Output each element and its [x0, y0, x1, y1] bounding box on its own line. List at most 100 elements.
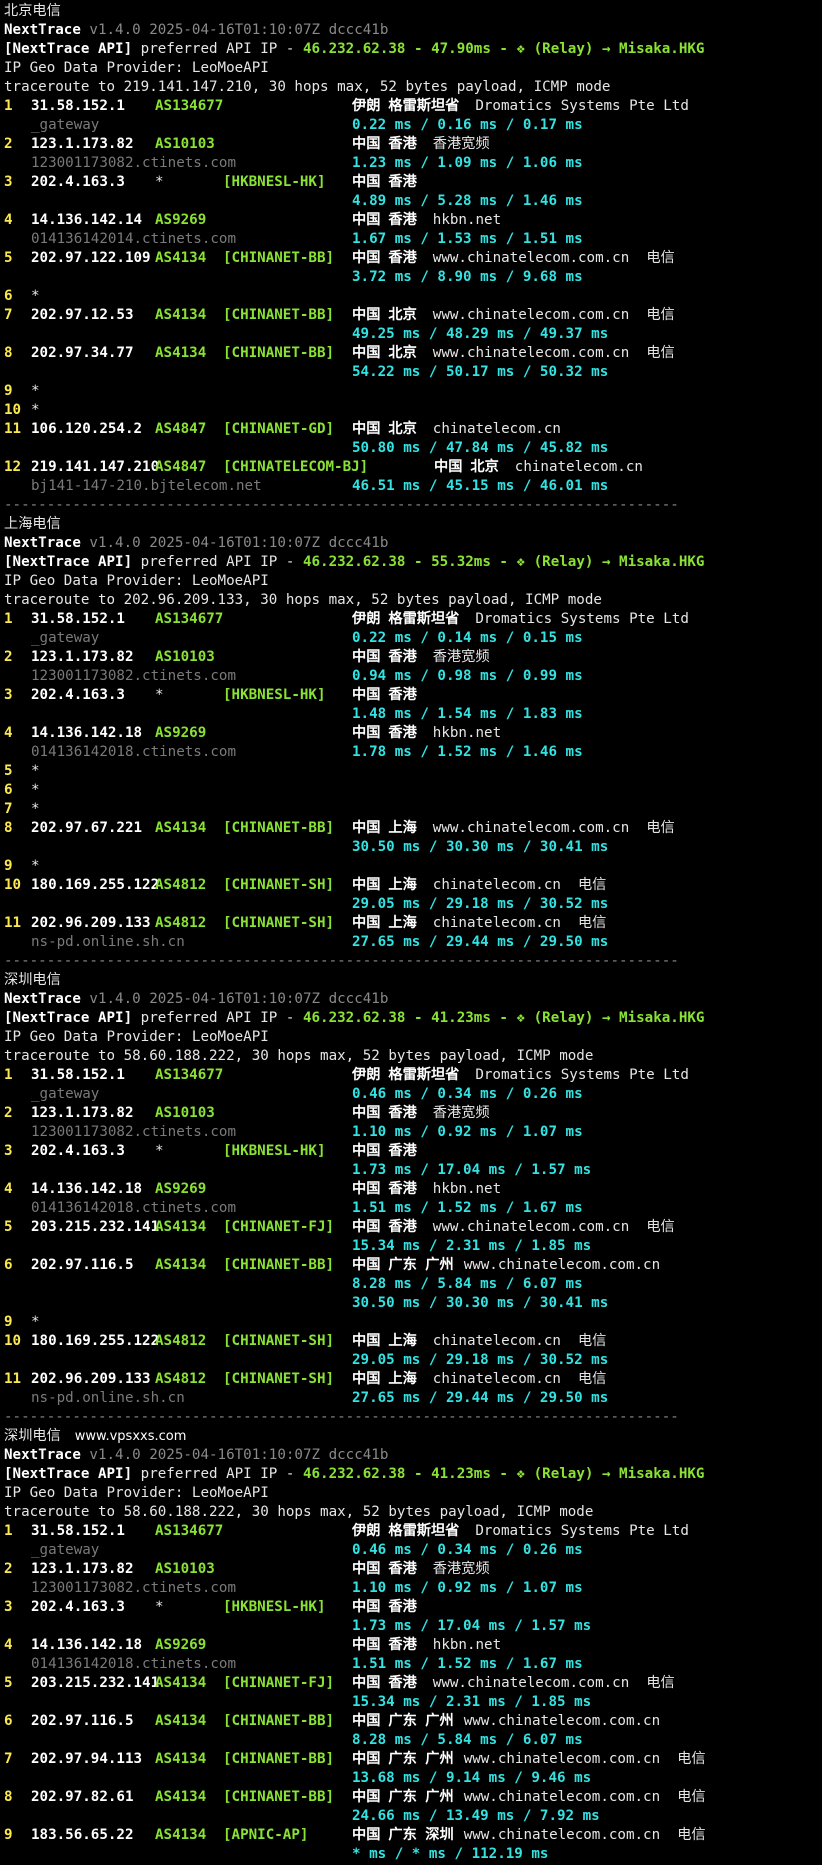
hop-tag: [HKBNESL-HK]: [223, 174, 326, 190]
section-title: 上海电信: [4, 515, 820, 534]
hop-rtt: 1.51 ms / 1.52 ms / 1.67 ms: [352, 1200, 583, 1216]
hop-org: Dromatics Systems Pte Ltd: [475, 1067, 689, 1083]
hop-asn: AS4134: [155, 250, 207, 266]
hop-ip: 14.136.142.18: [31, 1181, 143, 1197]
hop-detail-row: 014136142018.ctinets.com 1.51 ms / 1.52 m…: [4, 1655, 820, 1674]
hop-number: 11: [4, 1371, 22, 1387]
hop-geo: 中国 香港 www.chinatelecom.com.cn 电信: [352, 1674, 675, 1693]
hop-geo: 中国 香港: [352, 1598, 417, 1617]
hop-row: 1 31.58.152.1 AS134677 伊朗 格雷斯坦省 Dromatics Sys…: [4, 1522, 820, 1541]
hop-asn: AS4812: [155, 1333, 207, 1349]
hop-hostname: ns-pd.online.sh.cn: [31, 934, 185, 950]
hop-geo: 中国 香港 香港宽频: [352, 648, 490, 667]
hop-ip: 31.58.152.1: [31, 98, 125, 114]
hop-region: 香港: [388, 212, 417, 228]
version-line: NextTrace v1.4.0 2025-04-16T01:10:07Z dc…: [4, 990, 820, 1009]
hop-detail-row: 014136142018.ctinets.com 1.51 ms / 1.52 m…: [4, 1199, 820, 1218]
hop-rtt: 1.48 ms / 1.54 ms / 1.83 ms: [352, 706, 583, 722]
hop-row: 11 202.96.209.133 AS4812 [CHINANET-SH] 中国 上海 c…: [4, 914, 820, 933]
hop-hostname: 123001173082.ctinets.com: [31, 1580, 236, 1596]
hop-timeout: *: [31, 782, 40, 798]
version-line: NextTrace v1.4.0 2025-04-16T01:10:07Z dc…: [4, 534, 820, 553]
hop-geo: 中国 上海 chinatelecom.cn 电信: [352, 876, 606, 895]
hop-rtt: 29.05 ms / 29.18 ms / 30.52 ms: [352, 1352, 609, 1368]
traceroute-header: traceroute to 202.96.209.133, 30 hops ma…: [4, 592, 602, 608]
hop-region: 广东 广州: [388, 1789, 454, 1805]
hop-country: 中国: [352, 1713, 381, 1729]
hop-asn: AS10103: [155, 136, 215, 152]
hop-ip: 123.1.173.82: [31, 1561, 134, 1577]
hop-asn: AS4134: [155, 1789, 207, 1805]
geo-provider-line: IP Geo Data Provider: LeoMoeAPI: [4, 572, 820, 591]
hop-country: 中国: [352, 915, 381, 931]
hop-detail-row: 24.66 ms / 13.49 ms / 7.92 ms: [4, 1807, 820, 1826]
hop-detail-row: _gateway 0.22 ms / 0.14 ms / 0.15 ms: [4, 629, 820, 648]
hop-tag: [CHINANET-SH]: [223, 877, 335, 893]
api-prefix: [NextTrace API]: [4, 1466, 133, 1482]
hop-org: chinatelecom.cn 电信: [432, 1333, 607, 1349]
hop-row: 9 183.56.65.22 AS4134 [APNIC-AP] 中国 广东 深圳 www.…: [4, 1826, 820, 1845]
geo-provider-line: IP Geo Data Provider: LeoMoeAPI: [4, 59, 820, 78]
hop-ip: 202.4.163.3: [31, 174, 125, 190]
hop-org: chinatelecom.cn 电信: [432, 1371, 607, 1387]
hop-org: www.chinatelecom.com.cn 电信: [463, 1789, 706, 1805]
hop-country: 中国: [352, 250, 381, 266]
hop-number: 6: [4, 288, 13, 304]
hop-asn: AS4134: [155, 345, 207, 361]
hop-tag: [HKBNESL-HK]: [223, 1143, 326, 1159]
hop-ip: 202.4.163.3: [31, 687, 125, 703]
hop-number: 5: [4, 763, 13, 779]
hop-rtt: 30.50 ms / 30.30 ms / 30.41 ms: [352, 839, 609, 855]
hop-row: 5 203.215.232.141 AS4134 [CHINANET-FJ] 中国 香港 w…: [4, 1218, 820, 1237]
hop-org: www.chinatelecom.com.cn 电信: [432, 820, 675, 836]
api-dash: -: [490, 1466, 517, 1482]
separator-line: ----------------------------------------…: [4, 1408, 820, 1427]
hop-number: 8: [4, 820, 13, 836]
hop-org: hkbn.net: [432, 1637, 502, 1653]
hop-asn: AS9269: [155, 1181, 207, 1197]
hop-asn: AS4134: [155, 1219, 207, 1235]
hop-rtt: 1.73 ms / 17.04 ms / 1.57 ms: [352, 1618, 592, 1634]
hop-tag: [CHINANET-BB]: [223, 345, 335, 361]
hop-geo: 中国 香港 hkbn.net: [352, 724, 501, 743]
geo-provider: IP Geo Data Provider: LeoMoeAPI: [4, 1029, 269, 1045]
hop-country: 中国: [352, 345, 381, 361]
hop-number: 12: [4, 459, 22, 475]
hop-org: chinatelecom.cn 电信: [432, 915, 607, 931]
hop-rtt: 0.22 ms / 0.14 ms / 0.15 ms: [352, 630, 583, 646]
hop-country: 中国: [352, 1257, 381, 1273]
hop-number: 5: [4, 250, 13, 266]
geo-provider: IP Geo Data Provider: LeoMoeAPI: [4, 60, 269, 76]
hop-ip: 202.97.116.5: [31, 1257, 134, 1273]
hop-row: 5 203.215.232.141 AS4134 [CHINANET-FJ] 中国 香港 w…: [4, 1674, 820, 1693]
hop-row: 3 202.4.163.3 * [HKBNESL-HK] 中国 香港: [4, 1598, 820, 1617]
hop-country: 伊朗: [352, 611, 381, 627]
hop-detail-row: bj141-147-210.bjtelecom.net 46.51 ms / 45…: [4, 477, 820, 496]
section-title-text: 深圳电信: [4, 972, 61, 988]
hop-geo: 中国 香港 hkbn.net: [352, 1636, 501, 1655]
hop-number: 6: [4, 1713, 13, 1729]
hop-detail-row: 123001173082.ctinets.com 0.94 ms / 0.98 m…: [4, 667, 820, 686]
hop-number: 3: [4, 174, 13, 190]
hop-geo: 伊朗 格雷斯坦省 Dromatics Systems Pte Ltd: [352, 1066, 689, 1085]
api-relay: (Relay) → Misaka.HKG: [533, 1010, 705, 1026]
hop-region: 香港: [388, 1561, 417, 1577]
hop-number: 9: [4, 1314, 13, 1330]
separator-line: ----------------------------------------…: [4, 496, 820, 515]
hop-country: 中国: [352, 1789, 381, 1805]
version-text: v1.4.0 2025-04-16T01:10:07Z dccc41b: [80, 22, 389, 38]
app-name: NextTrace: [4, 535, 81, 551]
hop-hostname: _gateway: [31, 1542, 100, 1558]
hop-country: 中国: [352, 1827, 381, 1843]
hop-timeout: *: [31, 1314, 40, 1330]
hop-detail-row: 30.50 ms / 30.30 ms / 30.41 ms: [4, 838, 820, 857]
geo-provider: IP Geo Data Provider: LeoMoeAPI: [4, 1485, 269, 1501]
hop-asn: AS4812: [155, 877, 207, 893]
hop-row: 10 *: [4, 401, 820, 420]
hop-rtt: 24.66 ms / 13.49 ms / 7.92 ms: [352, 1808, 600, 1824]
section-title: 深圳电信 www.vpsxxs.com: [4, 1427, 820, 1446]
hop-detail-row: 29.05 ms / 29.18 ms / 30.52 ms: [4, 895, 820, 914]
api-relay: (Relay) → Misaka.HKG: [533, 1466, 705, 1482]
hop-row: 4 14.136.142.18 AS9269 中国 香港 hkbn.net: [4, 1636, 820, 1655]
hop-row: 4 14.136.142.18 AS9269 中国 香港 hkbn.net: [4, 724, 820, 743]
